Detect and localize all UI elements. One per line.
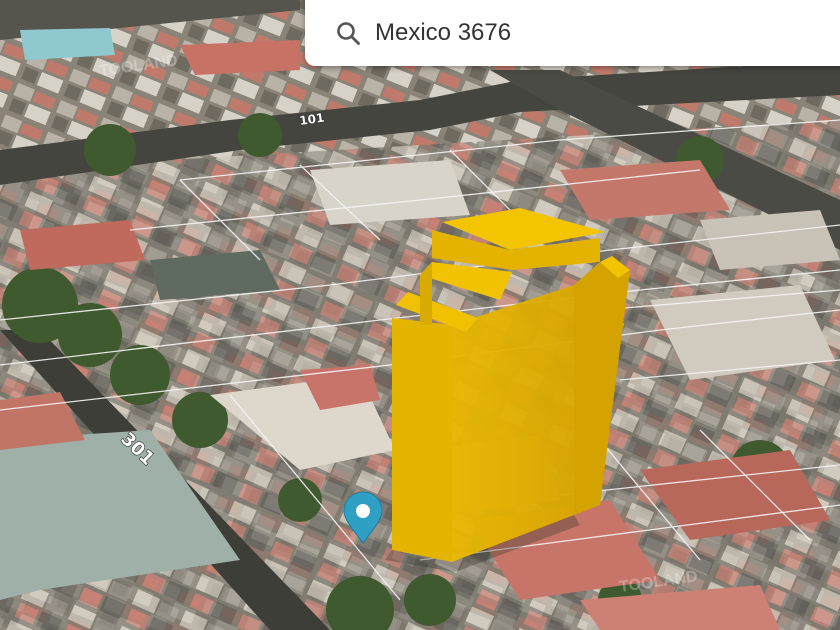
search-bar[interactable] [305, 0, 840, 66]
search-input[interactable] [375, 19, 775, 47]
search-icon[interactable] [335, 20, 361, 46]
satellite-map[interactable]: 101 301 TOOLAND TOOLAND [0, 0, 840, 630]
building-front-face [392, 318, 452, 562]
